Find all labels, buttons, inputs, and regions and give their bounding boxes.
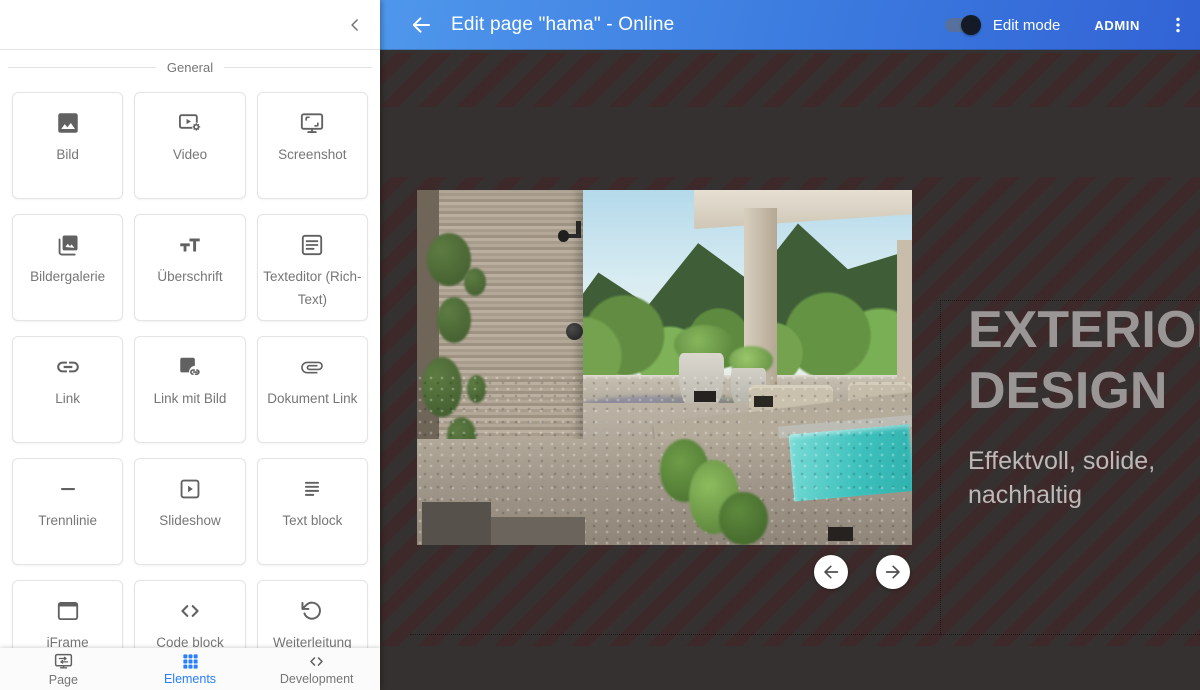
elements-sidebar: General Bild Video <box>0 0 380 690</box>
photo-layer <box>897 240 912 389</box>
code-icon <box>177 598 203 624</box>
video-icon <box>177 110 203 136</box>
tab-development[interactable]: Development <box>253 648 380 690</box>
photo-layer <box>422 502 491 545</box>
toggle-thumb <box>961 15 981 35</box>
iframe-icon <box>55 598 81 624</box>
photo-layer <box>437 297 472 343</box>
redirect-icon <box>299 598 325 624</box>
slide-heading-line2: DESIGN <box>968 361 1200 422</box>
screenshot-icon <box>299 110 325 136</box>
palette-tile-video[interactable]: Video <box>134 92 245 199</box>
edit-mode-toggle[interactable] <box>945 15 981 35</box>
palette-tile-ueberschrift[interactable]: Überschrift <box>134 214 245 321</box>
editable-block-hatching-top <box>380 53 1200 107</box>
photo-layer <box>694 391 716 402</box>
palette-tile-screenshot[interactable]: Screenshot <box>257 92 368 199</box>
slide-caption: EXTERIOR DESIGN Effektvoll, solide, nach… <box>968 300 1200 512</box>
code-icon <box>307 652 326 671</box>
slide-heading-line1: EXTERIOR <box>968 300 1200 361</box>
page-title: Edit page "hama" - Online <box>451 14 674 36</box>
slide-subtitle-line1: Effektvoll, solide, <box>968 444 1200 478</box>
section-divider-general: General <box>8 60 372 75</box>
divider-icon <box>55 476 81 502</box>
palette-tile-text-block[interactable]: Text block <box>257 458 368 565</box>
photo-layer <box>828 527 853 541</box>
divider-line <box>224 67 372 68</box>
textblock-icon <box>299 476 325 502</box>
link-icon <box>55 354 81 380</box>
app-bar: Edit page "hama" - Online Edit mode ADMI… <box>380 0 1200 50</box>
tab-page[interactable]: Page <box>0 648 127 690</box>
image-link-icon <box>177 354 203 380</box>
elements-grid-icon <box>181 652 200 671</box>
back-button[interactable] <box>408 12 434 38</box>
element-palette: Bild Video Screenshot <box>0 92 380 687</box>
palette-tile-slideshow[interactable]: Slideshow <box>134 458 245 565</box>
page-editor-app: Edit page "hama" - Online Edit mode ADMI… <box>0 0 1200 690</box>
slide-image[interactable] <box>417 190 912 545</box>
sidebar-header <box>0 0 380 50</box>
slideshow-next-button[interactable] <box>876 555 910 589</box>
image-icon <box>55 110 81 136</box>
palette-tile-texteditor[interactable]: Texteditor (Rich-Text) <box>257 214 368 321</box>
arrow-right-icon <box>882 561 904 583</box>
overflow-menu-button[interactable] <box>1166 12 1190 38</box>
palette-tile-dokument-link[interactable]: Dokument Link <box>257 336 368 443</box>
page-preview-canvas: EXTERIOR DESIGN Effektvoll, solide, nach… <box>380 50 1200 690</box>
section-label: General <box>167 60 213 75</box>
attachment-icon <box>299 354 325 380</box>
heading-icon <box>177 232 203 258</box>
edit-mode-label: Edit mode <box>993 17 1061 34</box>
slide-subtitle-line2: nachhaltig <box>968 478 1200 512</box>
photo-layer <box>719 492 769 545</box>
palette-tile-link[interactable]: Link <box>12 336 123 443</box>
divider-line <box>8 67 156 68</box>
photo-layer <box>558 230 570 242</box>
sidebar-tabbar: Page Elements Development <box>0 648 380 690</box>
arrow-left-icon <box>820 561 842 583</box>
collapse-sidebar-button[interactable] <box>342 12 368 38</box>
kebab-icon <box>1168 15 1188 35</box>
palette-tile-bild[interactable]: Bild <box>12 92 123 199</box>
gallery-icon <box>55 232 81 258</box>
slideshow-icon <box>177 476 203 502</box>
block-divider-dotted <box>410 634 1200 635</box>
slideshow-prev-button[interactable] <box>814 555 848 589</box>
richtext-icon <box>299 232 325 258</box>
palette-tile-bildergalerie[interactable]: Bildergalerie <box>12 214 123 321</box>
arrow-left-icon <box>409 13 433 37</box>
palette-tile-link-mit-bild[interactable]: Link mit Bild <box>134 336 245 443</box>
photo-layer <box>491 517 585 545</box>
page-icon <box>53 651 74 672</box>
photo-layer <box>754 396 774 407</box>
admin-menu[interactable]: ADMIN <box>1094 18 1140 33</box>
tab-elements[interactable]: Elements <box>127 648 254 690</box>
chevron-left-icon <box>345 15 365 35</box>
palette-tile-trennlinie[interactable]: Trennlinie <box>12 458 123 565</box>
